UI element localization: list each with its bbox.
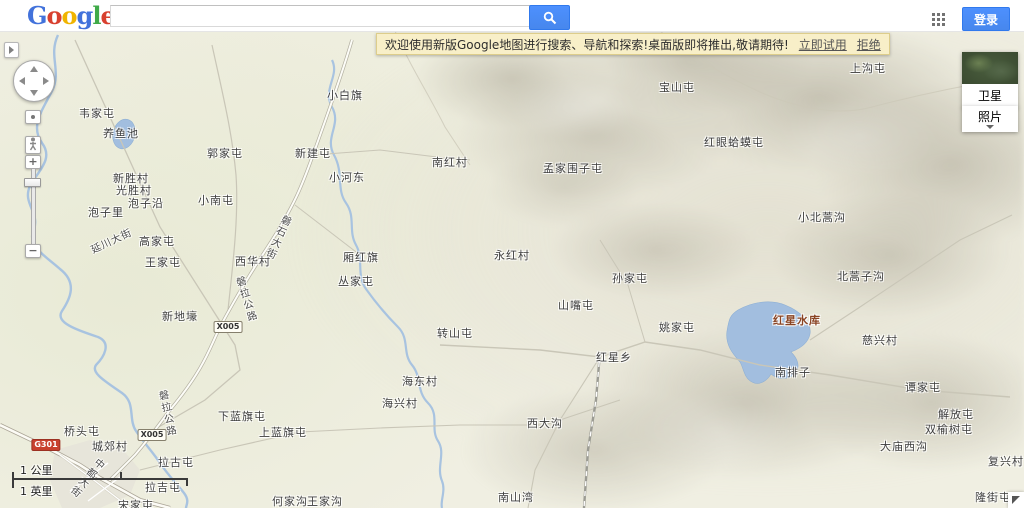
road-shield: X005 <box>214 321 243 333</box>
road-label: 中都大街 <box>65 454 107 500</box>
satellite-label: 卫星 <box>962 84 1018 108</box>
try-now-link[interactable]: 立即试用 <box>799 36 847 53</box>
zoom-slider-handle[interactable] <box>24 178 41 187</box>
map-label: 孟家围子屯 <box>543 160 603 176</box>
map-label: 宋家屯 <box>118 497 154 508</box>
map-label: 红星乡 <box>596 349 632 365</box>
pan-down-icon[interactable] <box>30 90 38 96</box>
map-label: 慈兴村 <box>862 332 898 348</box>
map-label: 南红村 <box>432 154 468 170</box>
photos-label: 照片 <box>962 106 1018 125</box>
map-label: 小白旗 <box>327 87 363 103</box>
map-canvas[interactable]: 韦家屯养鱼池郭家屯新建屯小白旗小河东新胜村光胜村泡子沿泡子里小南屯高家屯王家屯西… <box>0 31 1024 508</box>
map-label: 海兴村 <box>382 395 418 411</box>
map-label: 海东村 <box>402 373 438 389</box>
road-label: 延川大街 <box>88 224 134 256</box>
map-label: 隆街屯 <box>975 489 1011 505</box>
map-label: 小南屯 <box>198 192 234 208</box>
map-label: 红眼蛤蟆屯 <box>704 134 764 150</box>
map-label: 桥头屯 <box>64 423 100 439</box>
map-label: 宝山屯 <box>659 79 695 95</box>
streetview-pegman-button[interactable] <box>25 136 41 154</box>
google-logo: Google <box>27 1 115 30</box>
map-label: 王家沟 <box>307 493 343 508</box>
pan-control[interactable] <box>13 60 55 102</box>
map-label: 泡子沿 <box>128 195 164 211</box>
logo-letter: o <box>47 1 62 30</box>
chevron-down-icon <box>986 125 994 129</box>
map-label: 谭家屯 <box>905 379 941 395</box>
map-label: 城郊村 <box>92 438 128 454</box>
map-label: 郭家屯 <box>207 145 243 161</box>
map-label: 南排子 <box>775 364 811 380</box>
map-label: 拉古屯 <box>158 454 194 470</box>
map-label: 上沟屯 <box>850 60 886 76</box>
map-label: 韦家屯 <box>79 105 115 121</box>
decline-link[interactable]: 拒绝 <box>857 36 881 53</box>
map-label: 新地壕 <box>162 308 198 324</box>
satellite-thumbnail[interactable] <box>962 52 1018 84</box>
header-bar: Google 登录 <box>0 0 1024 32</box>
signin-button[interactable]: 登录 <box>962 7 1010 31</box>
zoom-in-button[interactable]: + <box>25 155 41 169</box>
search-icon <box>543 11 557 25</box>
map-label: 大庙西沟 <box>880 438 928 454</box>
map-label: 转山屯 <box>437 325 473 341</box>
map-label: 红星水库 <box>773 312 821 328</box>
map-label: 高家屯 <box>139 233 175 249</box>
logo-letter: G <box>27 1 47 30</box>
zoom-out-button[interactable]: − <box>25 244 41 258</box>
map-label: 下蓝旗屯 <box>218 408 266 424</box>
map-labels-layer: 韦家屯养鱼池郭家屯新建屯小白旗小河东新胜村光胜村泡子沿泡子里小南屯高家屯王家屯西… <box>0 31 1024 508</box>
pan-left-icon[interactable] <box>19 77 25 85</box>
map-label: 永红村 <box>494 247 530 263</box>
map-label: 姚家屯 <box>659 319 695 335</box>
map-label: 丛家屯 <box>338 273 374 289</box>
pan-up-icon[interactable] <box>30 66 38 72</box>
panel-collapse-button[interactable] <box>4 42 19 58</box>
photos-dropdown[interactable]: 照片 <box>962 106 1018 132</box>
default-view-button[interactable] <box>25 110 41 124</box>
corner-expand-button[interactable] <box>1008 492 1024 508</box>
map-label: 养鱼池 <box>103 125 139 141</box>
map-label: 复兴村 <box>988 453 1024 469</box>
map-label: 王家屯 <box>145 254 181 270</box>
pegman-icon <box>28 137 38 151</box>
road-label: 磐石大街 <box>260 212 293 262</box>
road-shield: G301 <box>31 439 60 451</box>
map-label: 拉吉屯 <box>145 479 181 495</box>
map-label: 新建屯 <box>295 145 331 161</box>
map-label: 孙家屯 <box>612 270 648 286</box>
road-shield: X005 <box>138 429 167 441</box>
road-label: 磐拉公路 <box>231 275 259 325</box>
map-label: 何家沟 <box>272 493 308 508</box>
pan-right-icon[interactable] <box>43 77 49 85</box>
logo-letter: o <box>62 1 77 30</box>
map-label: 泡子里 <box>88 204 124 220</box>
logo-letter: g <box>77 1 93 30</box>
map-label: 上蓝旗屯 <box>259 424 307 440</box>
map-label: 双榆树屯 <box>925 421 973 437</box>
map-label: 小河东 <box>329 169 365 185</box>
apps-grid-icon[interactable] <box>932 13 945 26</box>
map-label: 厢红旗 <box>343 249 379 265</box>
map-label: 解放屯 <box>938 406 974 422</box>
map-label: 北蒿子沟 <box>837 268 885 284</box>
map-label: 西大沟 <box>527 415 563 431</box>
notification-message: 欢迎使用新版Google地图进行搜索、导航和探索!桌面版即将推出,敬请期待! <box>385 36 789 53</box>
map-label: 南山湾 <box>498 489 534 505</box>
satellite-toggle[interactable]: 卫星 <box>962 52 1018 108</box>
new-maps-notification: 欢迎使用新版Google地图进行搜索、导航和探索!桌面版即将推出,敬请期待! 立… <box>376 33 890 55</box>
search-input[interactable] <box>110 5 541 27</box>
map-label: 山嘴屯 <box>558 297 594 313</box>
search-button[interactable] <box>529 5 570 30</box>
map-label: 小北蒿沟 <box>798 209 846 225</box>
